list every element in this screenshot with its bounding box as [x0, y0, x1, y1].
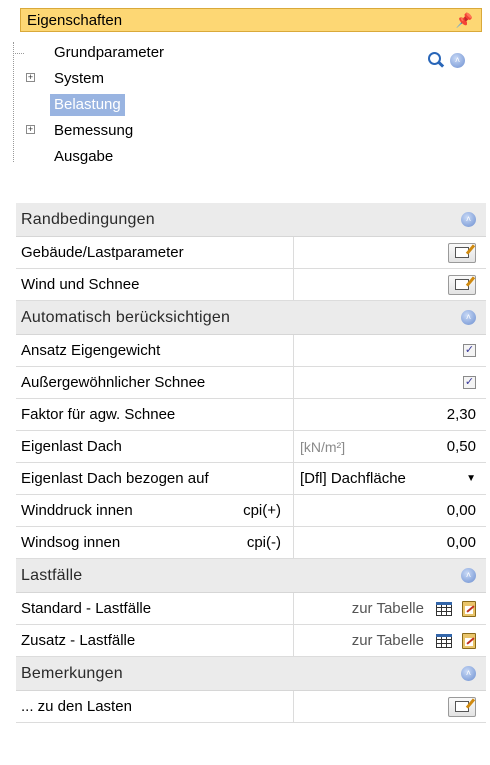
unit-label: [kN/m²]: [300, 438, 346, 455]
property-label: Winddruck innen: [21, 502, 133, 519]
property-row-schnee[interactable]: Außergewöhnlicher Schnee ✓: [16, 367, 486, 399]
property-row-bezogen[interactable]: Eigenlast Dach bezogen auf [Dfl] Dachflä…: [16, 463, 486, 495]
section-lastfaelle[interactable]: Lastfälle ˄: [16, 559, 486, 593]
section-title: Bemerkungen: [21, 664, 123, 682]
property-label: Faktor für agw. Schnee: [21, 406, 176, 423]
section-automatisch[interactable]: Automatisch berücksichtigen ˄: [16, 301, 486, 335]
chevron-down-icon[interactable]: ▼: [466, 473, 476, 484]
property-row-gebaeude[interactable]: Gebäude/Lastparameter: [16, 237, 486, 269]
edit-icon: [455, 247, 469, 258]
tree-item-label: System: [54, 70, 105, 87]
property-row-standard-lastfaelle[interactable]: Standard - Lastfälle zur Tabelle: [16, 593, 486, 625]
section-title: Automatisch berücksichtigen: [21, 308, 231, 326]
property-label: Eigenlast Dach: [21, 438, 122, 455]
table-link[interactable]: zur Tabelle: [352, 600, 424, 617]
tree-connector: [13, 53, 24, 54]
property-row-lasten[interactable]: ... zu den Lasten: [16, 691, 486, 723]
edit-icon: [455, 279, 469, 290]
winddruck-value[interactable]: 0,00: [447, 502, 476, 519]
table-icon[interactable]: [436, 633, 452, 648]
search-icon[interactable]: [428, 52, 445, 68]
property-symbol: cpi(-): [246, 534, 281, 551]
faktor-value[interactable]: 2,30: [447, 406, 476, 423]
property-row-wind-schnee[interactable]: Wind und Schnee: [16, 269, 486, 301]
property-label: Zusatz - Lastfälle: [21, 632, 136, 649]
property-label: Ansatz Eigengewicht: [21, 342, 161, 359]
collapse-section-icon[interactable]: ˄: [461, 568, 476, 583]
section-bemerkungen[interactable]: Bemerkungen ˄: [16, 657, 486, 691]
tree-item-label: Ausgabe: [54, 148, 114, 165]
edit-button[interactable]: [448, 274, 476, 295]
edit-icon: [455, 701, 469, 712]
table-icon[interactable]: [436, 601, 452, 616]
property-label: Gebäude/Lastparameter: [21, 244, 184, 261]
eigengewicht-checkbox[interactable]: ✓: [463, 344, 476, 357]
tree-item-grundparameter[interactable]: Grundparameter: [13, 40, 276, 66]
tree-item-bemessung[interactable]: + Bemessung: [26, 118, 276, 144]
clipboard-edit-icon[interactable]: [462, 632, 476, 649]
panel-title: Eigenschaften: [27, 11, 123, 29]
expand-icon[interactable]: +: [26, 125, 35, 134]
section-title: Randbedingungen: [21, 210, 155, 228]
property-label: Windsog innen: [21, 534, 121, 551]
tree-tools: ˄: [428, 52, 465, 68]
schnee-checkbox[interactable]: ✓: [463, 376, 476, 389]
tree-item-ausgabe[interactable]: Ausgabe: [26, 144, 276, 170]
navigation-tree: Grundparameter + System Belastung + Beme…: [13, 40, 276, 170]
property-row-windsog[interactable]: Windsog innen cpi(-) 0,00: [16, 527, 486, 559]
property-label: Außergewöhnlicher Schnee: [21, 374, 206, 391]
clipboard-edit-icon[interactable]: [462, 600, 476, 617]
property-symbol: cpi(+): [243, 502, 281, 519]
table-link[interactable]: zur Tabelle: [352, 632, 424, 649]
tree-item-system[interactable]: + System: [26, 66, 276, 92]
tree-item-label: Belastung: [50, 94, 125, 116]
collapse-section-icon[interactable]: ˄: [461, 310, 476, 325]
property-label: Standard - Lastfälle: [21, 600, 152, 617]
collapse-section-icon[interactable]: ˄: [461, 212, 476, 227]
eigenlast-value[interactable]: 0,50: [447, 438, 476, 455]
property-row-eigengewicht[interactable]: Ansatz Eigengewicht ✓: [16, 335, 486, 367]
property-label: Eigenlast Dach bezogen auf: [21, 470, 209, 487]
property-row-eigenlast[interactable]: Eigenlast Dach [kN/m²] 0,50: [16, 431, 486, 463]
properties-panel-header: Eigenschaften 📌: [20, 8, 482, 32]
tree-item-label: Bemessung: [54, 122, 134, 139]
collapse-all-icon[interactable]: ˄: [450, 52, 465, 68]
edit-button[interactable]: [448, 242, 476, 263]
pin-icon[interactable]: 📌: [456, 12, 473, 29]
tree-item-belastung[interactable]: Belastung: [26, 92, 276, 118]
expand-icon[interactable]: +: [26, 73, 35, 82]
property-label: ... zu den Lasten: [21, 698, 132, 715]
bezogen-selected-value: [Dfl] Dachfläche: [300, 470, 406, 487]
bezogen-select[interactable]: [Dfl] Dachfläche ▼: [294, 463, 486, 494]
property-grid: Randbedingungen ˄ Gebäude/Lastparameter …: [16, 203, 486, 723]
tree-connector: [13, 42, 14, 162]
property-label: Wind und Schnee: [21, 276, 140, 293]
windsog-value[interactable]: 0,00: [447, 534, 476, 551]
property-row-faktor[interactable]: Faktor für agw. Schnee 2,30: [16, 399, 486, 431]
property-row-winddruck[interactable]: Winddruck innen cpi(+) 0,00: [16, 495, 486, 527]
tree-item-label: Grundparameter: [54, 44, 165, 61]
edit-button[interactable]: [448, 696, 476, 717]
collapse-section-icon[interactable]: ˄: [461, 666, 476, 681]
section-randbedingungen[interactable]: Randbedingungen ˄: [16, 203, 486, 237]
property-row-zusatz-lastfaelle[interactable]: Zusatz - Lastfälle zur Tabelle: [16, 625, 486, 657]
section-title: Lastfälle: [21, 566, 83, 584]
